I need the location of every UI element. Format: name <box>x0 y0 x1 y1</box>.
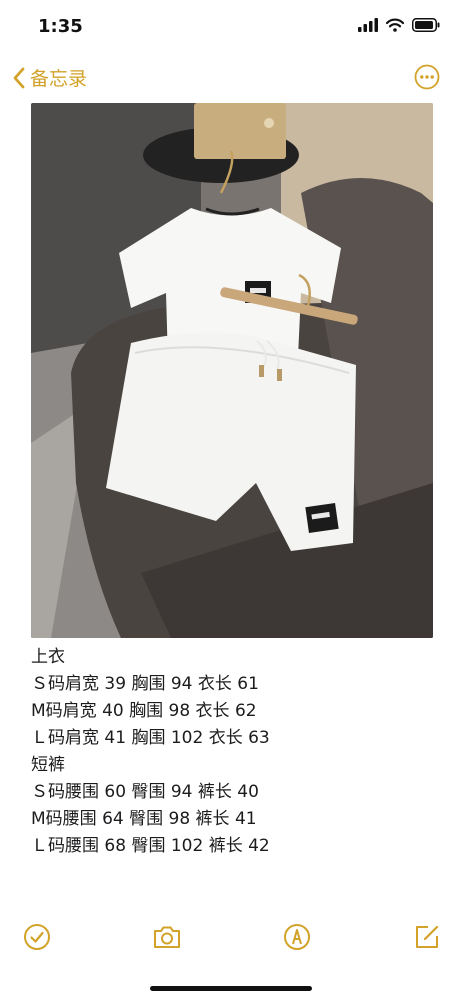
bottom-toolbar <box>0 916 462 960</box>
nav-bar: 备忘录 <box>0 56 462 102</box>
status-bar: 1:35 <box>0 0 462 56</box>
note-photo[interactable] <box>31 103 433 638</box>
note-line-shorts-size-s: Ｓ码腰围 60 臀围 94 裤长 40 <box>31 782 259 802</box>
note-line-section-top: 上衣 <box>31 647 65 667</box>
camera-icon[interactable] <box>152 922 182 952</box>
back-label: 备忘录 <box>30 68 88 90</box>
checklist-icon[interactable] <box>22 922 52 952</box>
note-line-shorts-size-l: Ｌ码腰围 68 臀围 102 裤长 42 <box>31 836 270 856</box>
status-icons <box>358 18 440 32</box>
compose-icon[interactable] <box>412 922 442 952</box>
wifi-icon <box>386 18 404 32</box>
cellular-signal-icon <box>358 18 378 32</box>
note-line-shorts-size-m: M码腰围 64 臀围 98 裤长 41 <box>31 809 257 829</box>
note-body[interactable]: 上衣 Ｓ码肩宽 39 胸围 94 衣长 61 M码肩宽 40 胸围 98 衣长 … <box>31 644 433 860</box>
note-line-section-shorts: 短裤 <box>31 755 65 775</box>
product-photo-illustration <box>31 103 433 638</box>
chevron-left-icon <box>13 67 25 88</box>
battery-icon <box>412 18 440 32</box>
status-time: 1:35 <box>38 16 83 37</box>
ellipsis-circle-icon[interactable] <box>414 64 440 90</box>
home-indicator <box>150 986 312 991</box>
note-line-top-size-m: M码肩宽 40 胸围 98 衣长 62 <box>31 701 257 721</box>
back-button[interactable]: 备忘录 <box>12 64 87 91</box>
note-line-top-size-l: Ｌ码肩宽 41 胸围 102 衣长 63 <box>31 728 270 748</box>
markup-pen-icon[interactable] <box>282 922 312 952</box>
note-line-top-size-s: Ｓ码肩宽 39 胸围 94 衣长 61 <box>31 674 259 694</box>
